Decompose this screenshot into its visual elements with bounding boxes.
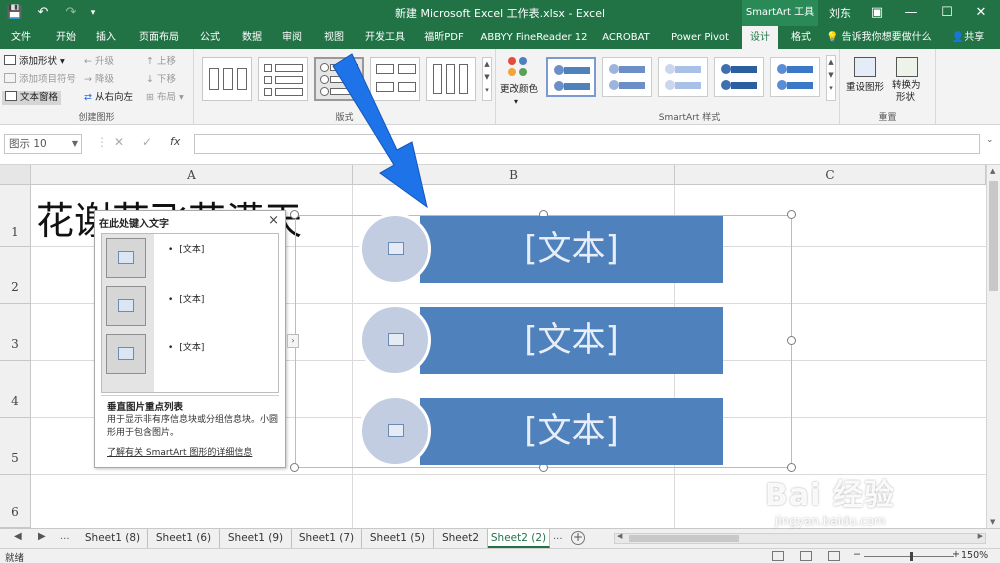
- sheet-next-icon[interactable]: ▶: [38, 531, 46, 542]
- normal-view-icon[interactable]: [772, 551, 784, 561]
- add-sheet-button[interactable]: +: [571, 531, 585, 545]
- baidu-watermark: Bai 经验 jingyan.baidu.com: [765, 470, 895, 528]
- excel-window: 💾 ↶ ↷ ▾ 新建 Microsoft Excel 工作表.xlsx - Ex…: [0, 0, 1000, 563]
- sheet-tab[interactable]: Sheet1 (5): [362, 529, 434, 548]
- page-break-view-icon[interactable]: [828, 551, 840, 561]
- status-bar: 就绪 − + 150%: [0, 548, 1000, 563]
- sheet-tab[interactable]: Sheet2: [434, 529, 488, 548]
- sheet-prev-icon[interactable]: ◀: [14, 531, 22, 542]
- zoom-slider[interactable]: [864, 552, 954, 561]
- sheet-tab[interactable]: Sheet1 (9): [220, 529, 292, 548]
- sheet-tab[interactable]: Sheet1 (8): [78, 529, 148, 548]
- sheet-tab-active[interactable]: Sheet2 (2): [488, 529, 550, 548]
- horizontal-scrollbar[interactable]: ◀ ▶: [614, 532, 986, 544]
- sheet-tab[interactable]: Sheet1 (6): [148, 529, 220, 548]
- sheet-more-right[interactable]: ...: [553, 531, 563, 542]
- horizontal-scroll-thumb[interactable]: [629, 535, 739, 542]
- scroll-left-icon[interactable]: ◀: [617, 532, 622, 540]
- scroll-right-icon[interactable]: ▶: [978, 532, 983, 540]
- arrow-shape: [332, 53, 428, 209]
- watermark-url: jingyan.baidu.com: [775, 514, 886, 528]
- sheet-tab[interactable]: Sheet1 (7): [292, 529, 362, 548]
- watermark-text: Bai 经验: [765, 478, 895, 513]
- sheet-tab-bar: ◀ ▶ ... Sheet1 (8) Sheet1 (6) Sheet1 (9)…: [0, 528, 1000, 548]
- status-ready: 就绪: [5, 553, 25, 563]
- page-layout-view-icon[interactable]: [800, 551, 812, 561]
- zoom-in-icon[interactable]: +: [952, 549, 960, 560]
- zoom-out-icon[interactable]: −: [853, 549, 861, 560]
- sheet-more-left[interactable]: ...: [60, 531, 70, 542]
- zoom-level[interactable]: 150%: [961, 550, 988, 561]
- zoom-slider-knob[interactable]: [910, 552, 913, 561]
